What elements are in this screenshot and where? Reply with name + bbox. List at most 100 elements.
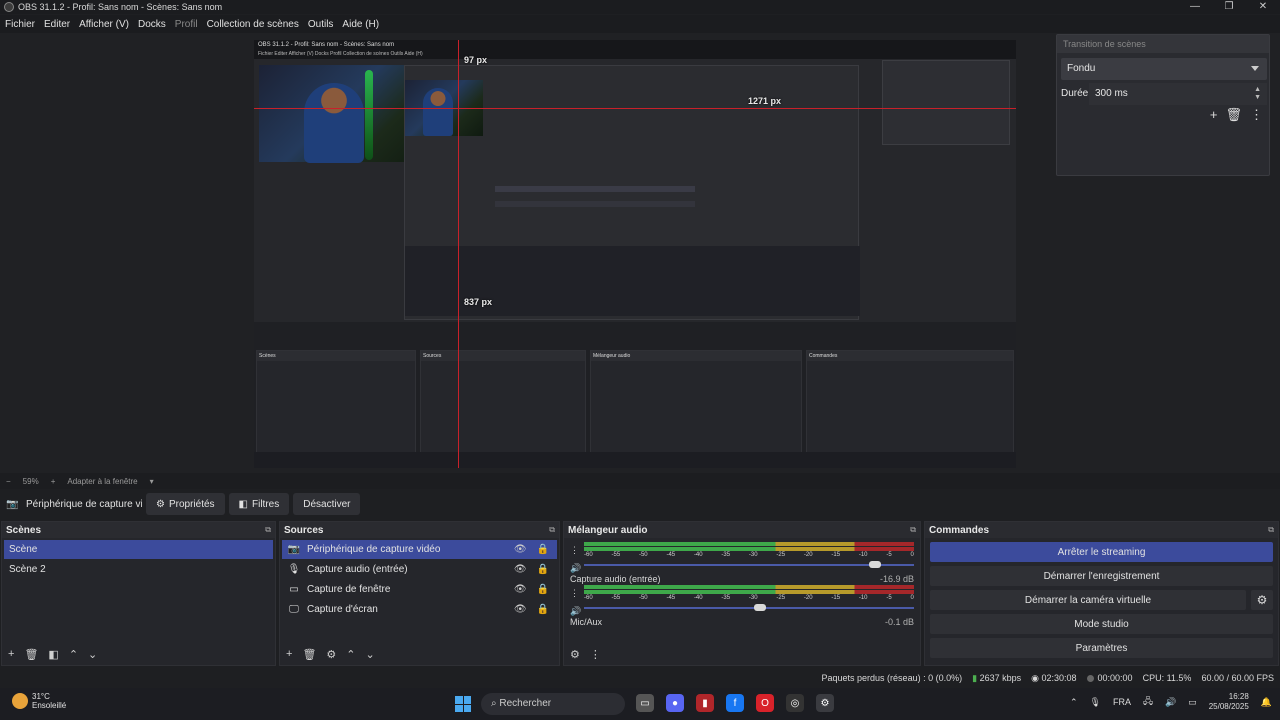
eye-icon[interactable]: 👁 <box>514 584 527 595</box>
menu-docks[interactable]: Docks <box>138 19 166 30</box>
nested-row <box>495 201 695 207</box>
minimize-button[interactable]: — <box>1178 0 1212 14</box>
volume-knob[interactable] <box>753 604 766 611</box>
arrow-up-icon[interactable]: ⌃ <box>346 648 355 661</box>
gear-icon[interactable]: ⚙ <box>570 648 580 661</box>
obs-icon[interactable]: ◎ <box>786 694 804 712</box>
speaker-icon[interactable]: 🔊 <box>570 563 581 574</box>
maximize-button[interactable]: ❐ <box>1212 0 1246 14</box>
more-vertical-icon[interactable]: ⋮ <box>570 545 579 556</box>
facebook-icon[interactable]: f <box>726 694 744 712</box>
arrow-down-icon[interactable]: ⌄ <box>88 648 97 661</box>
settings-button[interactable]: Paramètres <box>930 638 1273 658</box>
filter-icon[interactable]: ◧ <box>48 648 58 661</box>
trash-icon[interactable]: 🗑 <box>1225 107 1242 123</box>
menu-scene-collection[interactable]: Collection de scènes <box>207 19 299 30</box>
add-icon[interactable]: + <box>1210 107 1218 123</box>
start-virtual-camera-button[interactable]: Démarrer la caméra virtuelle <box>930 590 1246 610</box>
network-icon[interactable]: 🖧 <box>1143 694 1153 710</box>
audio-mixer-dock: Mélangeur audio ⧉ ⋮ -60 -55 -50 -45 -40 -35 -3… <box>563 521 921 666</box>
close-button[interactable]: ✕ <box>1246 0 1280 14</box>
eye-icon[interactable]: 👁 <box>514 564 527 575</box>
windows-start-icon[interactable] <box>455 696 471 712</box>
volume-meter: -60 -55 -50 -45 -40 -35 -30 -25 -20 -15 -10 -5 0 <box>584 584 914 602</box>
volume-slider[interactable] <box>584 602 914 614</box>
person-image <box>304 83 364 163</box>
menu-file[interactable]: Fichier <box>5 19 35 30</box>
preview-canvas[interactable]: OBS 31.1.2 - Profil: Sans nom - Scènes: … <box>254 40 1016 468</box>
speaker-icon[interactable]: 🔊 <box>570 606 581 617</box>
deactivate-button[interactable]: Désactiver <box>293 493 361 515</box>
virtual-camera-settings-button[interactable]: ⚙ <box>1251 590 1273 610</box>
trash-icon[interactable]: 🗑 <box>302 648 316 661</box>
menu-edit[interactable]: Editer <box>44 19 70 30</box>
add-icon[interactable]: + <box>286 648 292 660</box>
spin-arrows-icon[interactable]: ▲ ▼ <box>1254 86 1261 102</box>
properties-button[interactable]: ⚙ Propriétés <box>146 493 225 515</box>
current-source: 📷 Périphérique de capture vidéo <box>6 499 142 510</box>
trash-icon[interactable]: 🗑 <box>24 648 38 661</box>
mic-tray-icon[interactable]: 🎙 <box>1090 697 1101 708</box>
transition-select[interactable]: Fondu <box>1061 58 1267 80</box>
volume-knob[interactable] <box>869 561 881 568</box>
lock-icon[interactable]: 🔒 <box>537 584 549 595</box>
source-item[interactable]: 🎙 Capture audio (entrée) 👁 🔒 <box>282 560 557 579</box>
menu-view[interactable]: Afficher (V) <box>79 19 129 30</box>
volume-icon[interactable]: 🔊 <box>1165 697 1176 708</box>
scene-item[interactable]: Scène 2 <box>4 560 273 579</box>
undock-icon[interactable]: ⧉ <box>1268 525 1274 535</box>
battery-icon[interactable]: ▭ <box>1188 697 1197 708</box>
gear-icon[interactable]: ⚙ <box>326 648 336 661</box>
lock-icon[interactable]: 🔒 <box>537 544 549 555</box>
weather-widget[interactable]: 31°C Ensoleillé <box>12 692 66 710</box>
more-vertical-icon[interactable]: ⋮ <box>590 648 601 661</box>
chevron-down-icon[interactable]: ▾ <box>150 477 154 486</box>
undock-icon[interactable]: ⧉ <box>910 525 916 535</box>
lock-icon[interactable]: 🔒 <box>537 604 549 615</box>
task-view-icon[interactable]: ▭ <box>636 694 654 712</box>
source-item[interactable]: 📷 Périphérique de capture vidéo 👁 🔒 <box>282 540 557 559</box>
nested-mixer-dock: Mélangeur audio <box>590 350 802 460</box>
mixer-title: Mélangeur audio <box>568 524 648 536</box>
language-indicator[interactable]: FRA <box>1113 697 1131 707</box>
more-vertical-icon[interactable]: ⋮ <box>1250 107 1263 123</box>
filters-button[interactable]: ◧ Filtres <box>228 493 290 515</box>
menu-help[interactable]: Aide (H) <box>342 19 379 30</box>
studio-mode-button[interactable]: Mode studio <box>930 614 1273 634</box>
stop-streaming-button[interactable]: Arrêter le streaming <box>930 542 1273 562</box>
scene-item[interactable]: Scène <box>4 540 273 559</box>
scenes-dock-header: Scènes ⧉ <box>2 522 275 538</box>
source-item[interactable]: ▭ Capture de fenêtre 👁 🔒 <box>282 580 557 599</box>
mixer-track: ⋮ -60 -55 -50 -45 -40 -35 -30 -25 -20 -15 -10 -5 0 🔊 <box>570 541 914 574</box>
zoom-level[interactable]: 59% <box>23 477 39 486</box>
start-recording-button[interactable]: Démarrer l'enregistrement <box>930 566 1273 586</box>
undock-icon[interactable]: ⧉ <box>549 525 555 535</box>
app-red-icon[interactable]: ▮ <box>696 694 714 712</box>
window-icon: ▭ <box>289 584 299 595</box>
volume-slider[interactable] <box>584 559 914 571</box>
menu-tools[interactable]: Outils <box>308 19 334 30</box>
guide-label-top: 97 px <box>464 55 488 65</box>
chevron-up-icon[interactable]: ⌃ <box>1070 697 1078 708</box>
more-vertical-icon[interactable]: ⋮ <box>570 588 579 599</box>
eye-icon[interactable]: 👁 <box>514 604 527 615</box>
arrow-up-icon[interactable]: ⌃ <box>69 648 78 661</box>
nested-row <box>495 186 695 192</box>
duration-spinbox[interactable]: 300 ms ▲ ▼ <box>1089 83 1267 105</box>
zoom-in-icon[interactable]: + <box>51 477 56 486</box>
add-icon[interactable]: + <box>8 648 14 660</box>
arrow-down-icon[interactable]: ⌄ <box>366 648 375 661</box>
menu-profile[interactable]: Profil <box>175 19 198 30</box>
eye-icon[interactable]: 👁 <box>514 544 527 555</box>
taskbar-search[interactable]: ⌕ Rechercher <box>481 693 625 715</box>
undock-icon[interactable]: ⧉ <box>265 525 271 535</box>
fit-mode-select[interactable]: Adapter à la fenêtre <box>67 477 137 486</box>
source-item[interactable]: 🖵 Capture d'écran 👁 🔒 <box>282 600 557 619</box>
discord-icon[interactable]: ● <box>666 694 684 712</box>
zoom-out-icon[interactable]: − <box>6 477 11 486</box>
clock[interactable]: 16:28 25/08/2025 <box>1209 692 1249 712</box>
settings-gear-icon[interactable]: ⚙ <box>816 694 834 712</box>
lock-icon[interactable]: 🔒 <box>537 564 549 575</box>
opera-icon[interactable]: O <box>756 694 774 712</box>
notification-icon[interactable]: 🔔 <box>1261 697 1272 708</box>
